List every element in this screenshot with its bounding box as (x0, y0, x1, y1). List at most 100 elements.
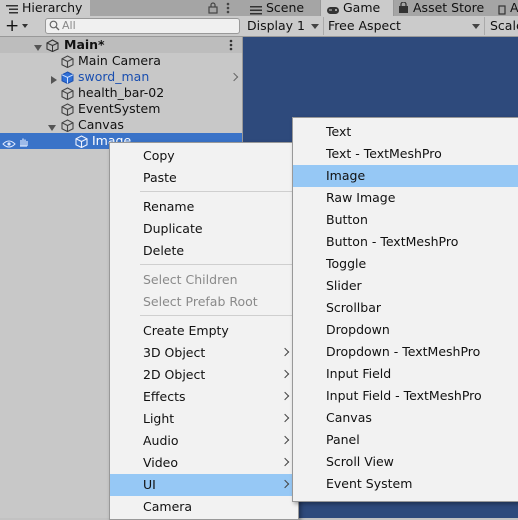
menu-item-audio[interactable]: Audio (110, 430, 298, 452)
hierarchy-item-sword-man[interactable]: sword_man (0, 69, 242, 85)
menu-item-label: Scrollbar (326, 300, 381, 315)
visibility-eye-icon[interactable] (2, 137, 16, 151)
display-dropdown[interactable]: Display 1 (243, 17, 324, 35)
gameobject-icon (75, 135, 88, 149)
menu-item-label: Rename (143, 199, 195, 214)
menu-item-label: Button - TextMeshPro (326, 234, 459, 249)
menu-item-delete[interactable]: Delete (110, 240, 298, 262)
menu-item-label: Delete (143, 243, 185, 258)
menu-item-select-children: Select Children (110, 269, 298, 291)
submenu-item-text[interactable]: Text (293, 121, 518, 143)
submenu-item-dropdown-textmeshpro[interactable]: Dropdown - TextMeshPro (293, 341, 518, 363)
submenu-arrow-icon (280, 413, 290, 423)
menu-item-label: Event System (326, 476, 413, 491)
menu-item-select-prefab-root: Select Prefab Root (110, 291, 298, 313)
submenu-item-input-field[interactable]: Input Field (293, 363, 518, 385)
expand-arrow-icon[interactable] (48, 121, 56, 131)
gameobject-icon (61, 87, 74, 101)
menu-item-label: Text (326, 124, 352, 139)
tab-label: Game (343, 0, 381, 15)
menu-item-label: Panel (326, 432, 360, 447)
tab-label: Scene (266, 0, 305, 15)
hierarchy-tabbar (90, 0, 242, 17)
menu-item-create-empty[interactable]: Create Empty (110, 320, 298, 342)
submenu-item-button-textmeshpro[interactable]: Button - TextMeshPro (293, 231, 518, 253)
submenu-item-scrollbar[interactable]: Scrollbar (293, 297, 518, 319)
menu-item-label: Video (143, 455, 179, 470)
submenu-item-button[interactable]: Button (293, 209, 518, 231)
expand-arrow-icon[interactable] (50, 73, 58, 84)
submenu-item-event-system[interactable]: Event System (293, 473, 518, 495)
hierarchy-item-label: Canvas (78, 117, 124, 132)
hierarchy-item-health-bar[interactable]: health_bar-02 (0, 85, 242, 101)
menu-item-label: Scroll View (326, 454, 394, 469)
aspect-dropdown[interactable]: Free Aspect (324, 17, 485, 35)
submenu-arrow-icon (280, 435, 290, 445)
menu-item-3d-object[interactable]: 3D Object (110, 342, 298, 364)
menu-item-label: Raw Image (326, 190, 396, 205)
expand-arrow-icon[interactable] (34, 41, 42, 51)
hierarchy-item-canvas[interactable]: Canvas (0, 117, 242, 133)
scale-label: Scale (490, 18, 518, 33)
search-placeholder: All (62, 19, 76, 32)
menu-separator (140, 315, 294, 316)
chevron-right-icon[interactable] (229, 72, 239, 82)
submenu-item-image[interactable]: Image (293, 165, 518, 187)
gameobject-icon (61, 103, 74, 117)
menu-item-ui[interactable]: UI (110, 474, 298, 496)
lock-icon[interactable] (208, 2, 218, 17)
submenu-item-text-textmeshpro[interactable]: Text - TextMeshPro (293, 143, 518, 165)
game-tabbar: Scene Game Asset Store A (242, 0, 518, 17)
menu-item-label: Button (326, 212, 368, 227)
submenu-item-panel[interactable]: Panel (293, 429, 518, 451)
submenu-item-scroll-view[interactable]: Scroll View (293, 451, 518, 473)
scene-root-row[interactable]: Main* (0, 37, 242, 53)
menu-item-label: Copy (143, 148, 175, 163)
submenu-item-slider[interactable]: Slider (293, 275, 518, 297)
tab-label: A (510, 0, 518, 15)
submenu-item-raw-image[interactable]: Raw Image (293, 187, 518, 209)
gameobject-icon (61, 55, 74, 69)
menu-item-duplicate[interactable]: Duplicate (110, 218, 298, 240)
menu-item-copy[interactable]: Copy (110, 145, 298, 167)
menu-item-camera[interactable]: Camera (110, 496, 298, 518)
tab-asset-store[interactable]: Asset Store (392, 0, 492, 16)
menu-item-label: Image (326, 168, 366, 183)
menu-item-video[interactable]: Video (110, 452, 298, 474)
hierarchy-item-eventsystem[interactable]: EventSystem (0, 101, 242, 117)
menu-item-label: Input Field (326, 366, 392, 381)
hierarchy-tab[interactable]: Hierarchy (0, 0, 91, 16)
hierarchy-item-main-camera[interactable]: Main Camera (0, 53, 242, 69)
menu-item-effects[interactable]: Effects (110, 386, 298, 408)
menu-item-2d-object[interactable]: 2D Object (110, 364, 298, 386)
submenu-arrow-icon (280, 457, 290, 467)
menu-item-rename[interactable]: Rename (110, 196, 298, 218)
scale-slider-label: Scale (485, 17, 518, 35)
tab-game[interactable]: Game (320, 0, 394, 16)
menu-item-label: Select Prefab Root (143, 294, 258, 309)
tab-overflow[interactable]: A (492, 0, 518, 16)
search-input[interactable]: All (45, 18, 240, 34)
menu-item-label: Paste (143, 170, 177, 185)
pickable-hand-icon[interactable] (18, 136, 28, 150)
scene-menu-icon[interactable] (229, 39, 233, 54)
submenu-item-canvas[interactable]: Canvas (293, 407, 518, 429)
menu-item-paste[interactable]: Paste (110, 167, 298, 189)
menu-item-label: Dropdown (326, 322, 390, 337)
hierarchy-item-label: EventSystem (78, 101, 161, 116)
chevron-down-icon[interactable] (22, 24, 28, 28)
add-button[interactable]: + (5, 16, 19, 36)
gameobject-icon (61, 119, 74, 133)
submenu-item-dropdown[interactable]: Dropdown (293, 319, 518, 341)
menu-item-label: Canvas (326, 410, 372, 425)
menu-separator (140, 191, 294, 192)
menu-item-light[interactable]: Light (110, 408, 298, 430)
panel-menu-icon[interactable] (226, 2, 230, 17)
menu-item-label: Slider (326, 278, 362, 293)
aspect-dropdown-label: Free Aspect (328, 18, 401, 33)
submenu-item-toggle[interactable]: Toggle (293, 253, 518, 275)
submenu-item-input-field-textmeshpro[interactable]: Input Field - TextMeshPro (293, 385, 518, 407)
menu-item-label: Toggle (326, 256, 367, 271)
tab-scene[interactable]: Scene (242, 0, 320, 16)
submenu-arrow-icon (280, 391, 290, 401)
